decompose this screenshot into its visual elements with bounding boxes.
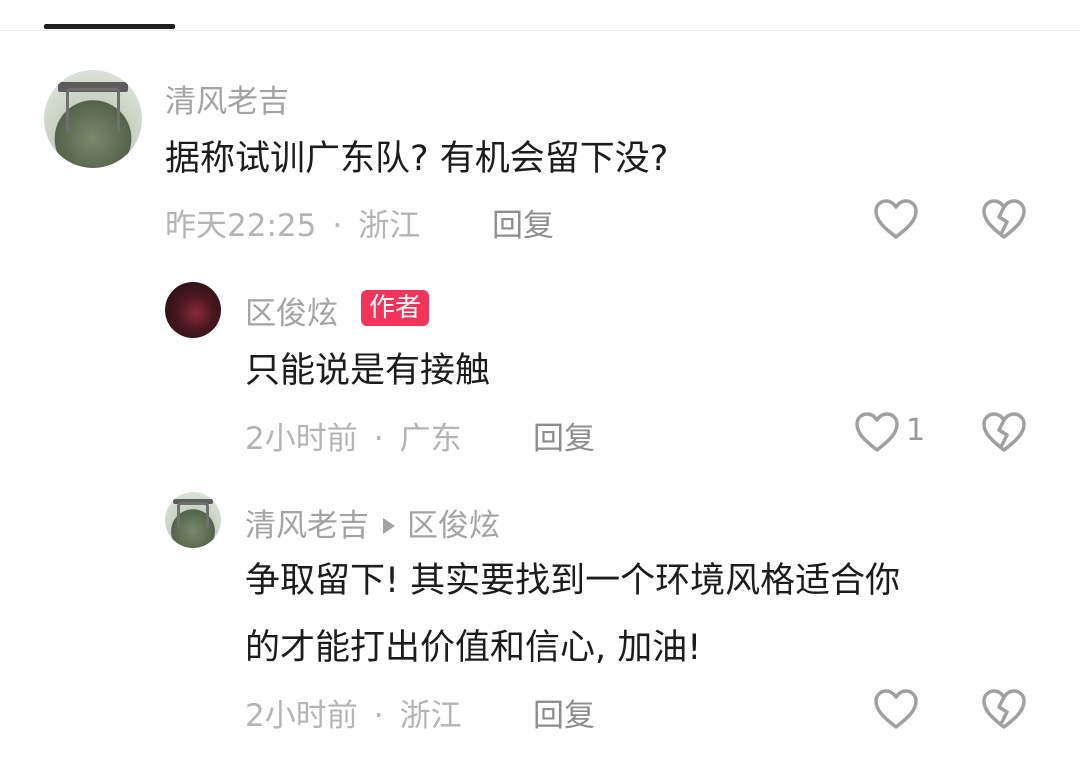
meta-separator: · <box>373 698 384 734</box>
avatar[interactable] <box>165 282 221 338</box>
reply-button[interactable]: 回复 <box>533 413 595 458</box>
meta-separator: · <box>332 208 343 244</box>
play-arrow-icon <box>383 517 395 534</box>
comment-time: 2小时前 <box>245 421 358 457</box>
comment-meta: 2小时前 · 浙江 <box>245 690 462 735</box>
comment-text: 据称试训广东队? 有机会留下没? <box>165 139 669 179</box>
meta-separator: · <box>373 421 384 457</box>
author-badge: 作者 <box>361 290 430 326</box>
broken-heart-icon[interactable] <box>981 411 1027 453</box>
like-count: 1 <box>906 413 926 448</box>
reply-button[interactable]: 回复 <box>533 690 595 735</box>
comment-time: 昨天22:25 <box>165 208 317 244</box>
comment-meta: 2小时前 · 广东 <box>245 413 462 458</box>
broken-heart-icon[interactable] <box>981 198 1027 240</box>
comment-text: 只能说是有接触 <box>245 351 491 391</box>
broken-heart-icon[interactable] <box>981 688 1027 730</box>
comment-time: 2小时前 <box>245 698 358 734</box>
tab-divider <box>0 30 1080 31</box>
comment-text-line: 争取留下! 其实要找到一个环境风格适合你 <box>245 561 901 601</box>
comment-username: 清风老吉 区俊炫 <box>245 500 500 545</box>
comment-location: 广东 <box>399 421 462 457</box>
reply-target[interactable]: 区俊炫 <box>407 508 500 544</box>
comment-location: 浙江 <box>399 698 462 734</box>
reply-button[interactable]: 回复 <box>492 200 554 245</box>
active-tab-indicator <box>44 24 175 29</box>
comment-text-line: 的才能打出价值和信心, 加油! <box>245 628 702 668</box>
comment-meta: 昨天22:25 · 浙江 <box>165 200 420 245</box>
heart-outline-icon[interactable] <box>873 198 919 240</box>
comment-username[interactable]: 清风老吉 <box>165 76 289 121</box>
avatar[interactable] <box>165 492 221 548</box>
comment-username[interactable]: 区俊炫 <box>245 288 338 333</box>
heart-outline-icon[interactable] <box>854 411 900 453</box>
avatar[interactable] <box>44 70 142 168</box>
heart-outline-icon[interactable] <box>873 688 919 730</box>
comment-location: 浙江 <box>358 208 421 244</box>
reply-author[interactable]: 清风老吉 <box>245 508 369 544</box>
